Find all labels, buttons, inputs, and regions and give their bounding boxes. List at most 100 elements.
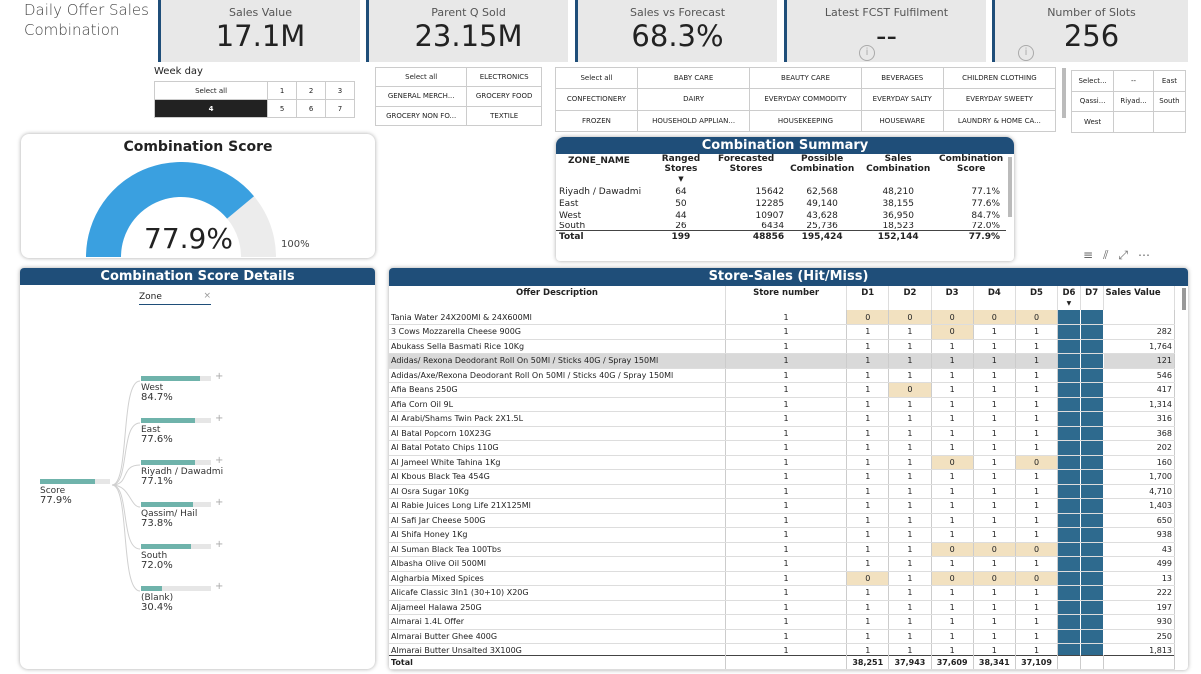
tree-node-west[interactable]: + West 84.7% — [141, 372, 223, 403]
table-row[interactable]: Adidas/ Rexona Deodorant Roll On 50Ml / … — [389, 353, 1176, 369]
tree-node-blank[interactable]: + (Blank) 30.4% — [141, 582, 223, 613]
zone-option[interactable]: -- — [1113, 70, 1154, 92]
zone-option[interactable]: Select... — [1070, 70, 1115, 92]
weekday-option[interactable]: 7 — [325, 99, 355, 118]
summary-header[interactable]: Combination Score — [936, 154, 1006, 186]
summary-header[interactable]: Ranged Stores ▼ — [654, 154, 708, 186]
category-option[interactable]: BABY CARE — [636, 66, 751, 90]
summary-header[interactable]: ZONE_NAME — [556, 154, 654, 186]
table-row[interactable]: Al Rabie Juices Long Life 21X125Ml 1 1 1 1 1 1… — [389, 498, 1176, 514]
column-header[interactable]: Offer Description — [389, 286, 726, 310]
category-option[interactable]: HOUSEKEEPING — [749, 109, 862, 133]
column-header[interactable]: D6 ▼ — [1057, 286, 1081, 310]
tree-node-south[interactable]: + South 72.0% — [141, 540, 223, 571]
table-row[interactable]: Al Safi Jar Cheese 500G 1 1 1 1 1 1 650 — [389, 513, 1176, 528]
category-option[interactable]: EVERYDAY SALTY — [860, 88, 944, 111]
column-header[interactable]: D3 — [931, 286, 974, 310]
table-row[interactable]: Afia Beans 250G 1 1 0 1 1 1 417 — [389, 382, 1176, 398]
table-row[interactable]: 3 Cows Mozzarella Cheese 900G 1 1 1 0 1 1 282 — [389, 324, 1176, 340]
zone-option[interactable]: West — [1070, 111, 1115, 133]
table-row[interactable]: South 26 6434 25,736 18,523 72.0% — [556, 222, 1006, 231]
category-option[interactable]: HOUSEHOLD APPLIAN... — [636, 109, 751, 133]
weekday-option[interactable]: 6 — [296, 99, 327, 118]
summary-header[interactable]: Sales Combination — [860, 154, 936, 186]
category-option[interactable]: CONFECTIONERY — [555, 88, 638, 111]
drill-icon[interactable]: ⫽ — [1103, 248, 1118, 262]
category-option[interactable]: EVERYDAY SWEETY — [942, 88, 1057, 111]
expand-plus-icon[interactable]: + — [215, 414, 223, 424]
column-header[interactable]: D2 — [888, 286, 932, 310]
category-option[interactable]: EVERYDAY COMMODITY — [749, 88, 862, 111]
table-row[interactable]: Almarai 1.4L Offer 1 1 1 1 1 1 930 — [389, 614, 1176, 630]
category-option[interactable]: Select all — [555, 66, 638, 90]
category-option[interactable]: LAUNDRY & HOME CA... — [942, 109, 1057, 133]
expand-plus-icon[interactable]: + — [215, 498, 223, 508]
expand-plus-icon[interactable]: + — [215, 540, 223, 550]
filter-icon[interactable]: ≡ — [1083, 248, 1103, 262]
table-row[interactable]: Al Suman Black Tea 100Tbs 1 1 1 0 0 0 43 — [389, 542, 1176, 557]
table-row[interactable]: Albasha Olive Oil 500Ml 1 1 1 1 1 1 499 — [389, 556, 1176, 572]
dept-option[interactable]: ELECTRONICS — [466, 66, 542, 88]
table-row[interactable]: Al Arabi/Shams Twin Pack 2X1.5L 1 1 1 1 1 1 316 — [389, 411, 1176, 427]
table-row[interactable]: Aljameel Halawa 250G 1 1 1 1 1 1 197 — [389, 600, 1176, 615]
info-icon[interactable]: i — [1018, 45, 1034, 61]
category-option[interactable]: BEVERAGES — [860, 66, 944, 90]
table-row[interactable]: Al Batal Popcorn 10X23G 1 1 1 1 1 1 368 — [389, 426, 1176, 441]
table-row[interactable]: Afia Corn Oil 9L 1 1 1 1 1 1 1,314 — [389, 397, 1176, 412]
table-row[interactable]: West 44 10907 43,628 36,950 84.7% — [556, 210, 1006, 222]
category-option[interactable]: FROZEN — [555, 109, 638, 133]
weekday-option[interactable]: 2 — [296, 81, 327, 100]
table-row[interactable]: Almarai Butter Ghee 400G 1 1 1 1 1 1 250 — [389, 629, 1176, 644]
category-option[interactable]: DAIRY — [636, 88, 751, 111]
focus-mode-icon[interactable]: ⤢ — [1118, 248, 1138, 262]
tree-node-riyadh[interactable]: + Riyadh / Dawadmi 77.1% — [141, 456, 223, 487]
zone-option[interactable]: Qassi... — [1070, 90, 1115, 113]
weekday-option[interactable]: Select all — [153, 81, 269, 100]
table-row[interactable]: Alicafe Classic 3In1 (30+10) X20G 1 1 1 1 1 1 2… — [389, 585, 1176, 601]
summary-header[interactable]: Possible Combination — [784, 154, 860, 186]
weekday-option-selected[interactable]: 4 — [153, 99, 269, 118]
table-row[interactable]: Al Jameel White Tahina 1Kg 1 1 1 0 1 0 160 — [389, 455, 1176, 470]
dept-option[interactable]: GENERAL MERCH... — [374, 86, 468, 107]
zone-option[interactable]: South — [1152, 90, 1187, 113]
dept-option[interactable]: GROCERY FOOD — [466, 86, 542, 107]
expand-plus-icon[interactable]: + — [215, 582, 223, 592]
table-row[interactable]: Adidas/Axe/Rexona Deodorant Roll On 50Ml… — [389, 368, 1176, 383]
dept-option[interactable]: GROCERY NON FO... — [374, 105, 468, 127]
column-header[interactable]: D4 — [973, 286, 1016, 310]
category-option[interactable]: BEAUTY CARE — [749, 66, 862, 90]
category-scrollbar[interactable] — [1062, 68, 1066, 118]
expand-plus-icon[interactable]: + — [215, 372, 223, 382]
weekday-option[interactable]: 3 — [325, 81, 355, 100]
weekday-option[interactable]: 5 — [267, 99, 298, 118]
more-options-icon[interactable]: ⋯ — [1138, 248, 1160, 262]
table-row[interactable]: Abukass Sella Basmati Rice 10Kg 1 1 1 1 1 1 1,7… — [389, 339, 1176, 354]
column-header[interactable]: Store number — [725, 286, 848, 310]
column-header[interactable]: D5 — [1015, 286, 1059, 310]
category-option[interactable]: CHILDREN CLOTHING — [942, 66, 1057, 90]
column-header[interactable]: D1 — [846, 286, 890, 310]
tree-node-east[interactable]: + East 77.6% — [141, 414, 223, 445]
tree-node-qassim[interactable]: + Qassim/ Hail 73.8% — [141, 498, 223, 529]
zone-option[interactable]: Riyad... — [1113, 90, 1154, 113]
table-row[interactable]: East 50 12285 49,140 38,155 77.6% — [556, 198, 1006, 210]
category-option[interactable]: HOUSEWARE — [860, 109, 944, 133]
table-row[interactable]: Riyadh / Dawadmi 64 15642 62,568 48,210 77.1% — [556, 186, 1006, 198]
tree-root-node[interactable]: Score 77.9% — [40, 479, 110, 506]
weekday-option[interactable]: 1 — [267, 81, 298, 100]
table-row[interactable]: Al Shifa Honey 1Kg 1 1 1 1 1 1 938 — [389, 527, 1176, 543]
table-row[interactable]: Tania Water 24X200Ml & 24X600Ml 1 0 0 0 0 0 — [389, 310, 1176, 325]
zone-option[interactable]: East — [1152, 70, 1187, 92]
table-row[interactable]: Al Batal Potato Chips 110G 1 1 1 1 1 1 202 — [389, 440, 1176, 456]
summary-header[interactable]: Forecasted Stores — [708, 154, 784, 186]
dept-option[interactable]: Select all — [374, 66, 468, 88]
column-header[interactable]: Sales Value — [1103, 286, 1176, 310]
table-row[interactable]: Al Osra Sugar 10Kg 1 1 1 1 1 1 4,710 — [389, 484, 1176, 499]
dept-option[interactable]: TEXTILE — [466, 105, 542, 127]
expand-plus-icon[interactable]: + — [215, 456, 223, 466]
summary-scrollbar[interactable] — [1008, 157, 1012, 217]
info-icon[interactable]: i — [859, 45, 875, 61]
table-row[interactable]: Al Kbous Black Tea 454G 1 1 1 1 1 1 1,700 — [389, 469, 1176, 485]
table-row[interactable]: Algharbia Mixed Spices 1 0 1 0 0 0 13 — [389, 571, 1176, 586]
store-sales-scrollbar[interactable] — [1182, 288, 1186, 310]
